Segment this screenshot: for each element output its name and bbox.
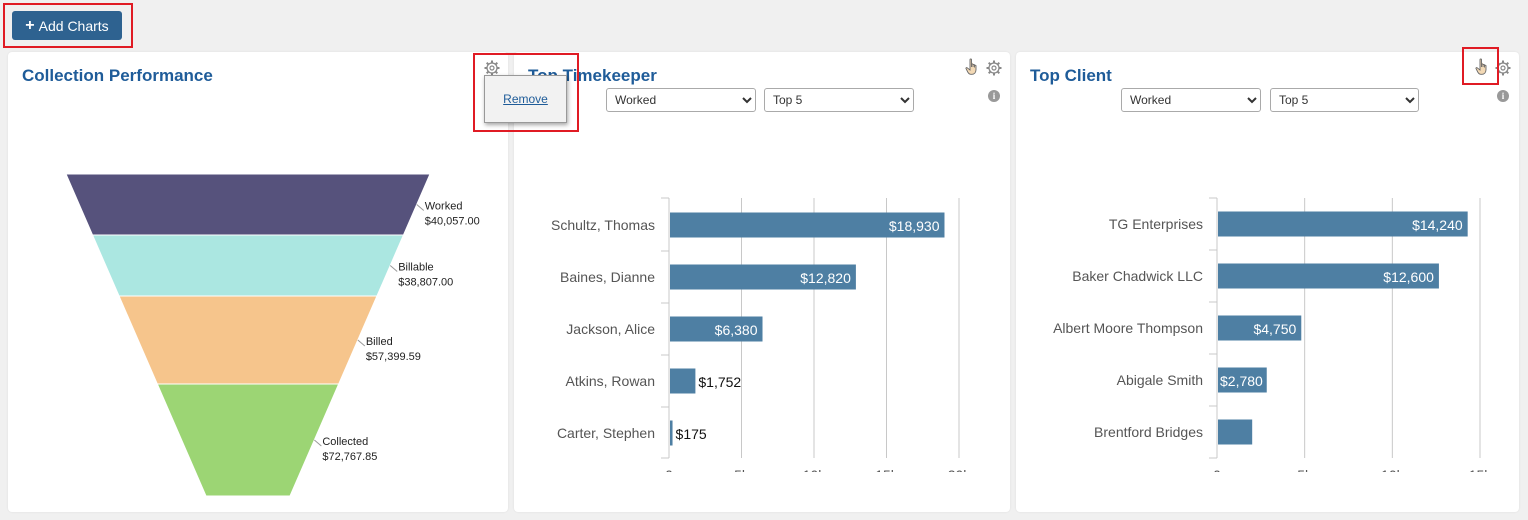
bar-value-label: $6,380 [715,322,758,338]
timekeeper-bar-chart: 0 5k 10k 15k 20k Schultz, Thomas $18,930 Baines… [551,197,972,472]
x-tick-label: 15k [1469,467,1493,472]
bar-value-label: $12,600 [1383,269,1434,285]
x-tick-label: 20k [948,467,972,472]
bar [670,368,696,394]
funnel-segment [156,383,340,497]
top-n-select[interactable]: Top 5 [764,88,914,112]
funnel-leader-line [314,439,322,447]
remove-chart-link[interactable]: Remove [503,92,548,106]
funnel-value-label: $38,807.00 [398,277,453,289]
y-category-label: Baines, Dianne [560,269,655,285]
bar-value-label: $175 [676,426,707,442]
funnel-chart: Worked $40,057.00 Billable $38,807.00 Billed… [65,173,480,497]
x-tick-label: 0 [1213,467,1221,472]
add-charts-label: Add Charts [38,17,109,34]
y-category-label: Abigale Smith [1117,372,1203,388]
bar-value-label: $14,240 [1412,217,1463,233]
y-category-label: Jackson, Alice [566,321,655,337]
bar-value-label: $18,930 [889,218,940,234]
top-n-select[interactable]: Top 5 [1270,88,1419,112]
bar-value-label: $4,750 [1253,321,1296,337]
y-category-label: Brentford Bridges [1094,424,1203,440]
funnel-segment [91,234,405,297]
y-category-label: Schultz, Thomas [551,217,655,233]
hand-pointer-icon[interactable] [1474,58,1490,76]
funnel-category-label: Collected [322,436,368,448]
collection-performance-panel: Collection Performance Worked $40,057.00 B… [8,52,508,512]
panel-title: Collection Performance [22,66,213,85]
funnel-category-label: Worked [425,201,463,213]
funnel-value-label: $40,057.00 [425,216,480,228]
panel-context-menu: Remove [484,75,567,123]
bar-value-label: $1,752 [698,374,741,390]
x-tick-label: 5k [734,467,750,472]
y-category-label: Carter, Stephen [557,425,655,441]
x-tick-label: 10k [1381,467,1405,472]
plus-icon: + [25,16,35,34]
x-tick-label: 10k [803,467,827,472]
y-category-label: Baker Chadwick LLC [1072,268,1203,284]
bar-value-label: $12,820 [800,270,851,286]
funnel-leader-line [357,339,366,347]
metric-select[interactable]: Worked [606,88,756,112]
add-charts-button[interactable]: + Add Charts [12,11,122,40]
client-bar-chart: 0 5k 10k 15k TG Enterprises $14,240 Baker Chad… [1053,197,1493,472]
x-tick-label: 5k [1297,467,1313,472]
funnel-segment [118,295,378,385]
gear-icon[interactable] [986,60,1002,76]
funnel-leader-line [389,265,398,272]
panel-title: Top Client [1030,66,1112,85]
bar [670,420,673,446]
bar-value-label: $2,780 [1220,373,1263,389]
info-icon[interactable]: i [988,90,1000,102]
funnel-category-label: Billed [366,336,393,348]
gear-icon[interactable] [484,60,500,76]
top-timekeeper-panel: Top Timekeeper i Worked Top 5 05k10k15k2… [514,52,1010,512]
dashboard-toolbar: + Add Charts [0,0,1528,50]
bar [1218,419,1253,445]
funnel-value-label: $72,767.85 [322,451,377,463]
y-category-label: TG Enterprises [1109,216,1203,232]
x-tick-label: 0 [665,467,673,472]
y-category-label: Atkins, Rowan [566,373,655,389]
funnel-leader-line [416,204,425,211]
metric-select[interactable]: Worked [1121,88,1261,112]
top-client-panel: Top Client i Worked Top 5 0 5k 10k 15k TG En… [1016,52,1519,512]
y-category-label: Albert Moore Thompson [1053,320,1203,336]
hand-pointer-icon[interactable] [964,58,980,76]
funnel-segment [65,173,431,236]
gear-icon[interactable] [1495,60,1511,76]
info-icon[interactable]: i [1497,90,1509,102]
funnel-category-label: Billable [398,262,433,274]
x-tick-label: 15k [875,467,899,472]
funnel-value-label: $57,399.59 [366,351,421,363]
